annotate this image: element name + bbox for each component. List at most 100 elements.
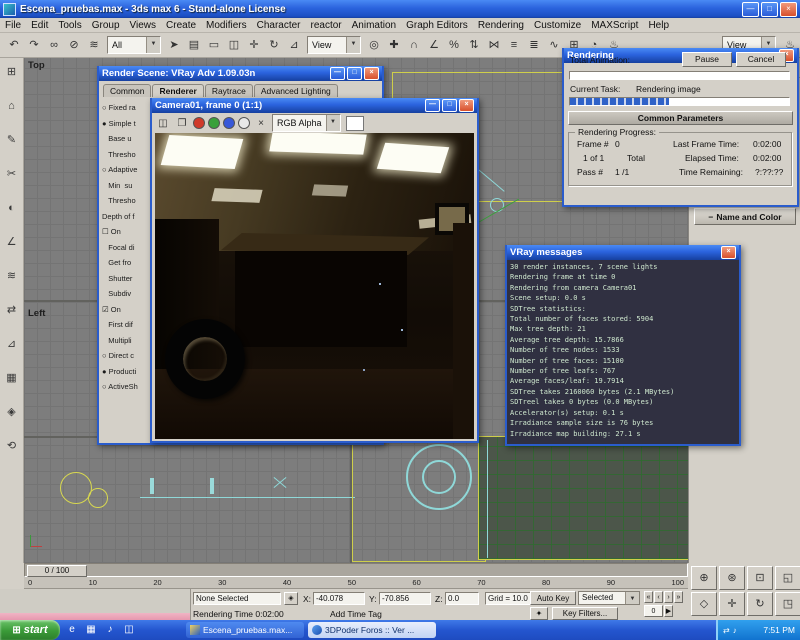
pan-icon[interactable]: ✛ xyxy=(719,592,745,616)
close-button[interactable]: × xyxy=(364,67,379,80)
left-tool-icon-5[interactable]: ◐ xyxy=(2,198,22,218)
undo-icon[interactable]: ↶ xyxy=(4,35,24,55)
align-icon[interactable]: ≡ xyxy=(504,35,524,55)
y-coordinate-field[interactable]: -70.856 xyxy=(379,592,431,605)
arc-rotate-icon[interactable]: ↻ xyxy=(747,592,773,616)
snap-toggle-icon[interactable]: ∩ xyxy=(404,35,424,55)
clone-window-icon[interactable]: ❐ xyxy=(174,116,190,131)
setting-item[interactable]: Depth of f xyxy=(102,209,154,225)
setting-item[interactable]: ☐ On xyxy=(102,224,154,240)
add-time-tag[interactable]: Add Time Tag xyxy=(330,609,382,619)
selection-filter-dropdown[interactable]: All ▼ xyxy=(107,36,161,54)
maximize-button[interactable]: □ xyxy=(442,99,457,112)
redo-icon[interactable]: ↷ xyxy=(24,35,44,55)
chevron-down-icon[interactable]: ▼ xyxy=(325,115,340,131)
field-of-view-icon[interactable]: ◇ xyxy=(691,592,717,616)
left-tool-icon-3[interactable]: ✎ xyxy=(2,130,22,150)
monochrome-channel-icon[interactable] xyxy=(238,117,250,129)
render-scene-titlebar[interactable]: Render Scene: VRay Adv 1.09.03n — □ × xyxy=(99,66,382,81)
minimize-button[interactable]: — xyxy=(742,1,759,17)
menu-item[interactable]: Create xyxy=(161,20,201,31)
close-button[interactable]: × xyxy=(459,99,474,112)
go-to-end-button[interactable]: » xyxy=(674,591,683,603)
next-frame-button[interactable]: › xyxy=(664,591,673,603)
zoom-extents-all-icon[interactable]: ◱ xyxy=(775,566,800,590)
quicklaunch-show-desktop-icon[interactable]: ▦ xyxy=(83,622,99,638)
menu-item[interactable]: Tools xyxy=(53,20,86,31)
common-parameters-header[interactable]: Common Parameters xyxy=(568,111,793,125)
name-and-color-rollout[interactable]: − Name and Color xyxy=(694,208,796,225)
window-crossing-icon[interactable]: ◫ xyxy=(224,35,244,55)
time-slider[interactable]: 0 / 100 xyxy=(24,563,688,577)
settings-tab[interactable]: Advanced Lighting xyxy=(253,84,338,97)
menu-item[interactable]: reactor xyxy=(306,20,347,31)
setting-item[interactable]: Focal di xyxy=(102,240,154,256)
menu-item[interactable]: Character xyxy=(252,20,306,31)
left-tool-icon-7[interactable]: ≋ xyxy=(2,266,22,286)
spinner-snap-icon[interactable]: ⇅ xyxy=(464,35,484,55)
setting-item[interactable]: ● Producti xyxy=(102,364,154,380)
app-titlebar[interactable]: Escena_pruebas.max - 3ds max 6 - Stand-a… xyxy=(0,0,800,18)
save-bitmap-icon[interactable]: ◫ xyxy=(155,116,171,131)
key-filters-button[interactable]: Key Filters... xyxy=(552,607,618,620)
chevron-down-icon[interactable]: ▼ xyxy=(346,37,360,53)
tray-network-icon[interactable]: ⇄ xyxy=(723,626,730,635)
auto-key-button[interactable]: Auto Key xyxy=(530,591,576,605)
vray-messages-log[interactable]: 30 render instances, 7 scene lights Rende… xyxy=(507,260,739,444)
left-tool-icon-1[interactable]: ⊞ xyxy=(2,62,22,82)
bind-to-spacewarp-icon[interactable]: ≋ xyxy=(84,35,104,55)
setting-item[interactable]: Base u xyxy=(102,131,154,147)
left-tool-icon-10[interactable]: ▦ xyxy=(2,368,22,388)
left-tool-icon-4[interactable]: ✂ xyxy=(2,164,22,184)
menu-item[interactable]: Edit xyxy=(26,20,53,31)
layer-manager-icon[interactable]: ≣ xyxy=(524,35,544,55)
mirror-icon[interactable]: ⋈ xyxy=(484,35,504,55)
curve-editor-icon[interactable]: ∿ xyxy=(544,35,564,55)
taskbar-item-max[interactable]: Escena_pruebas.max... xyxy=(186,622,304,638)
menu-item[interactable]: Animation xyxy=(347,20,401,31)
maximize-button[interactable]: □ xyxy=(347,67,362,80)
selection-lock-toggle[interactable]: ◈ xyxy=(284,592,298,605)
menu-item[interactable]: Group xyxy=(87,20,125,31)
viewport-label-top[interactable]: Top xyxy=(28,60,45,71)
chevron-down-icon[interactable]: ▼ xyxy=(146,37,160,53)
green-channel-icon[interactable] xyxy=(208,117,220,129)
taskbar-item-browser[interactable]: 3DPoder Foros :: Ver ... xyxy=(308,622,436,638)
cancel-button[interactable]: Cancel xyxy=(736,52,786,67)
angle-snap-icon[interactable]: ∠ xyxy=(424,35,444,55)
menu-item[interactable]: Views xyxy=(125,20,162,31)
setting-item[interactable]: Thresho xyxy=(102,147,154,163)
select-and-scale-icon[interactable]: ⊿ xyxy=(284,35,304,55)
select-and-move-icon[interactable]: ✛ xyxy=(244,35,264,55)
viewport-label-left[interactable]: Left xyxy=(28,308,45,319)
menu-item[interactable]: Customize xyxy=(529,20,586,31)
settings-tab[interactable]: Raytrace xyxy=(204,84,253,97)
left-tool-icon-6[interactable]: ∠ xyxy=(2,232,22,252)
use-pivot-center-icon[interactable]: ◎ xyxy=(364,35,384,55)
menu-item[interactable]: MAXScript xyxy=(586,20,643,31)
maximize-button[interactable]: □ xyxy=(761,1,778,17)
left-tool-icon-12[interactable]: ⟲ xyxy=(2,436,22,456)
setting-item[interactable]: ☑ On xyxy=(102,302,154,318)
setting-item[interactable]: First dif xyxy=(102,317,154,333)
setting-item[interactable]: Subdiv xyxy=(102,286,154,302)
setting-item[interactable]: Shutter xyxy=(102,271,154,287)
setting-item[interactable]: ● Simple t xyxy=(102,116,154,132)
menu-item[interactable]: Help xyxy=(643,20,674,31)
setting-item[interactable]: Thresho xyxy=(102,193,154,209)
x-coordinate-field[interactable]: -40.078 xyxy=(313,592,365,605)
minimize-button[interactable]: — xyxy=(425,99,440,112)
track-bar[interactable]: 0 10 20 30 40 50 60 70 80 90 100 xyxy=(24,577,688,589)
close-button[interactable]: × xyxy=(721,246,736,259)
settings-tab[interactable]: Common xyxy=(103,84,152,97)
tray-volume-icon[interactable]: ♪ xyxy=(733,626,737,635)
unlink-selection-icon[interactable]: ⊘ xyxy=(64,35,84,55)
menu-item[interactable]: Graph Editors xyxy=(401,20,473,31)
listener-macro-line[interactable] xyxy=(0,613,190,620)
reference-coordinate-dropdown[interactable]: View ▼ xyxy=(307,36,361,54)
blue-channel-icon[interactable] xyxy=(223,117,235,129)
percent-snap-icon[interactable]: % xyxy=(444,35,464,55)
left-tool-icon-2[interactable]: ⌂ xyxy=(2,96,22,116)
zoom-all-icon[interactable]: ⊛ xyxy=(719,566,745,590)
left-tool-icon-11[interactable]: ◈ xyxy=(2,402,22,422)
